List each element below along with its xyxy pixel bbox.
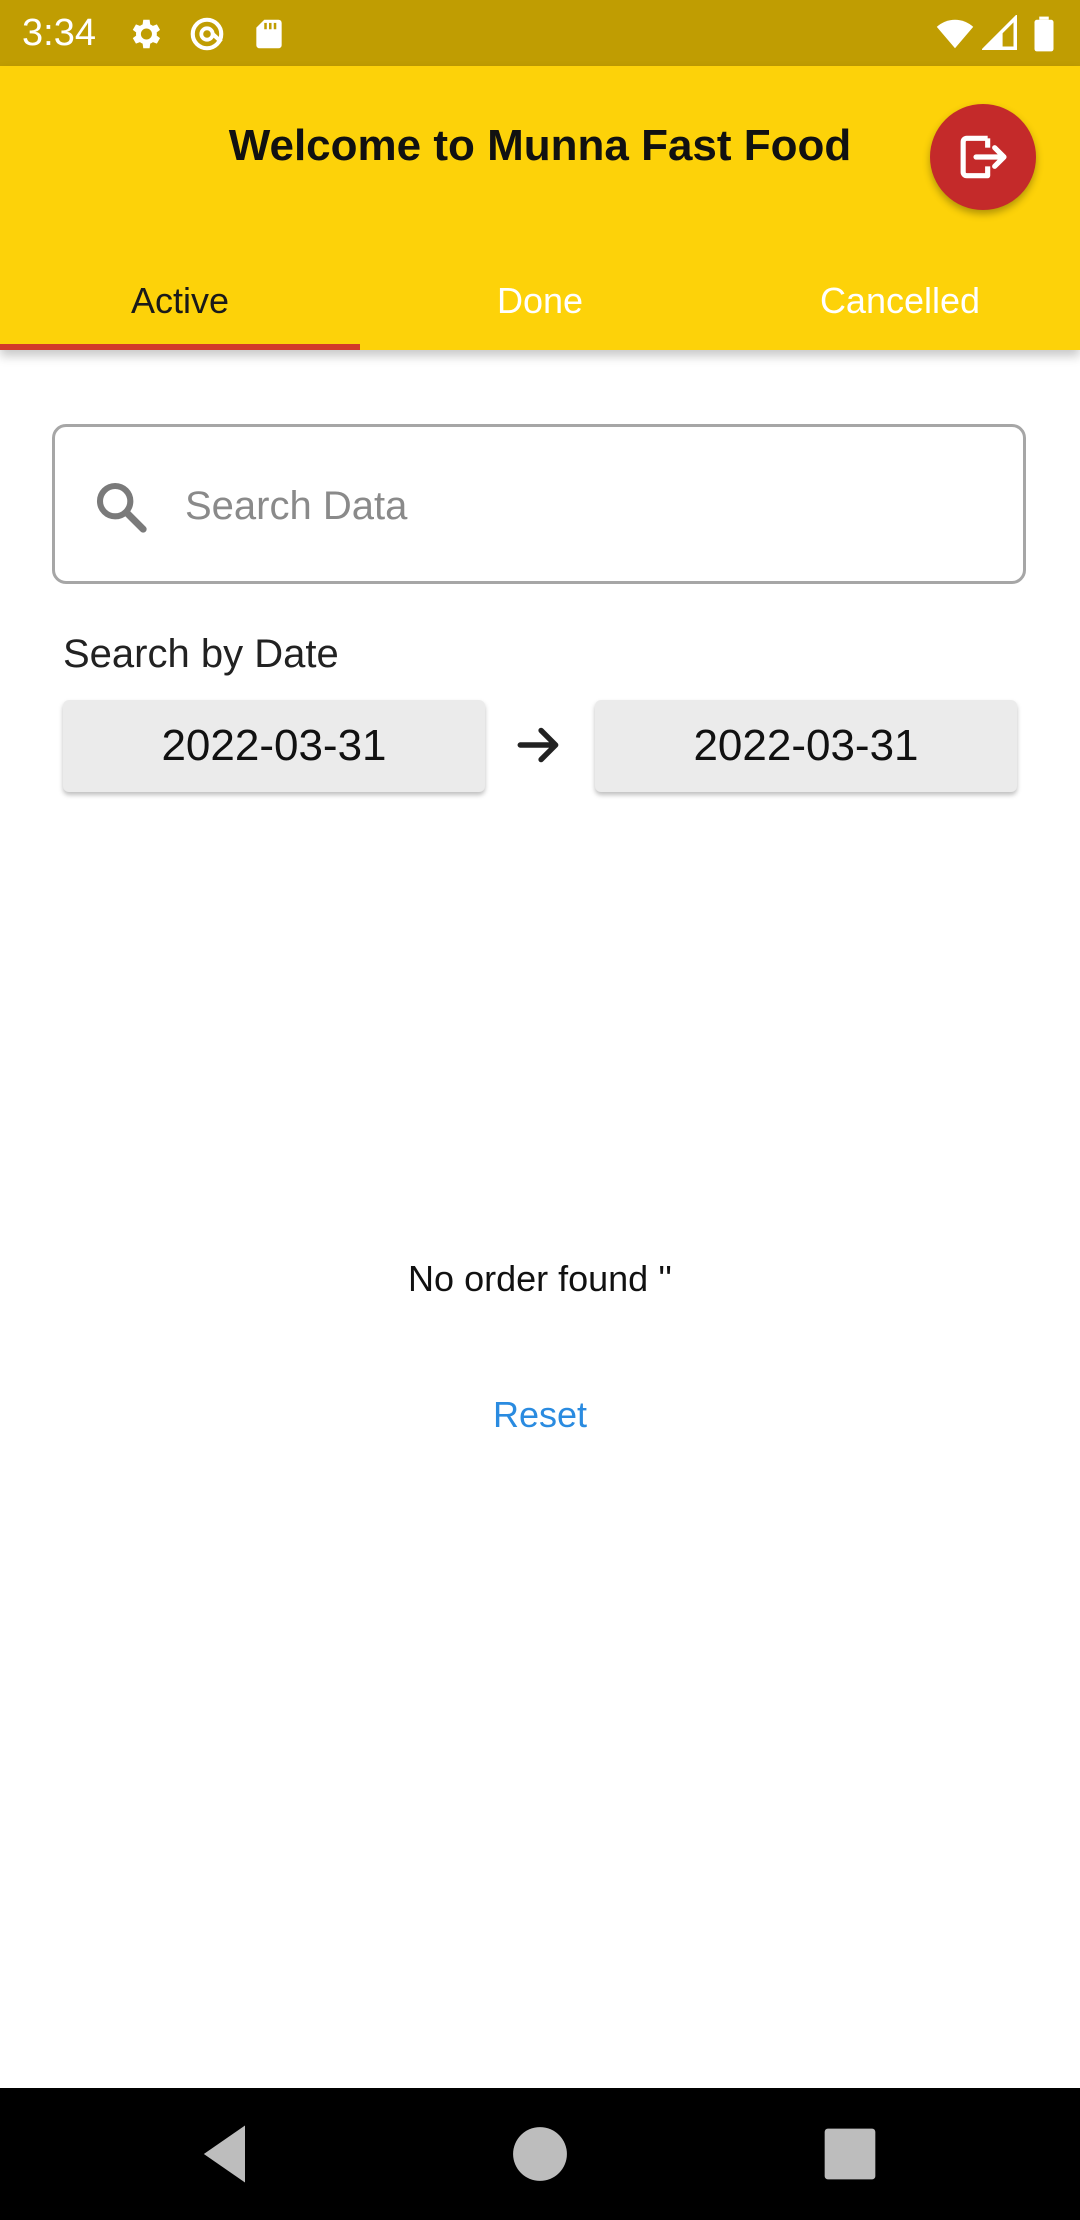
wifi-icon: [936, 15, 974, 53]
reset-button[interactable]: Reset: [440, 1390, 640, 1440]
end-date-button[interactable]: 2022-03-31: [595, 700, 1017, 792]
signal-icon: [982, 15, 1020, 53]
logout-icon: [960, 135, 1007, 179]
at-sign-icon: [188, 15, 226, 53]
search-input[interactable]: [183, 457, 987, 555]
search-icon: [93, 479, 149, 535]
tab-active[interactable]: Active: [0, 256, 360, 346]
recents-icon[interactable]: [812, 2116, 888, 2192]
start-date-button[interactable]: 2022-03-31: [63, 700, 485, 792]
home-icon[interactable]: [502, 2116, 578, 2192]
tab-done[interactable]: Done: [360, 256, 720, 346]
sd-card-icon: [250, 15, 288, 53]
date-filter-label: Search by Date: [63, 632, 339, 676]
tab-indicator: [0, 344, 360, 350]
page-title: Welcome to Munna Fast Food: [228, 121, 852, 170]
app-header: Welcome to Munna Fast Food Active Done C…: [0, 66, 1080, 350]
logout-button[interactable]: [930, 104, 1036, 210]
tab-cancelled[interactable]: Cancelled: [720, 256, 1080, 346]
arrow-right-icon: [514, 720, 564, 770]
status-bar: 3:34: [0, 0, 1080, 66]
battery-icon: [1030, 15, 1058, 53]
system-nav-bar: [0, 2088, 1080, 2220]
search-box[interactable]: [52, 424, 1026, 584]
empty-state-message: No order found '': [408, 1258, 672, 1299]
gear-icon: [126, 15, 164, 53]
back-icon[interactable]: [188, 2116, 264, 2192]
status-time: 3:34: [22, 12, 96, 54]
